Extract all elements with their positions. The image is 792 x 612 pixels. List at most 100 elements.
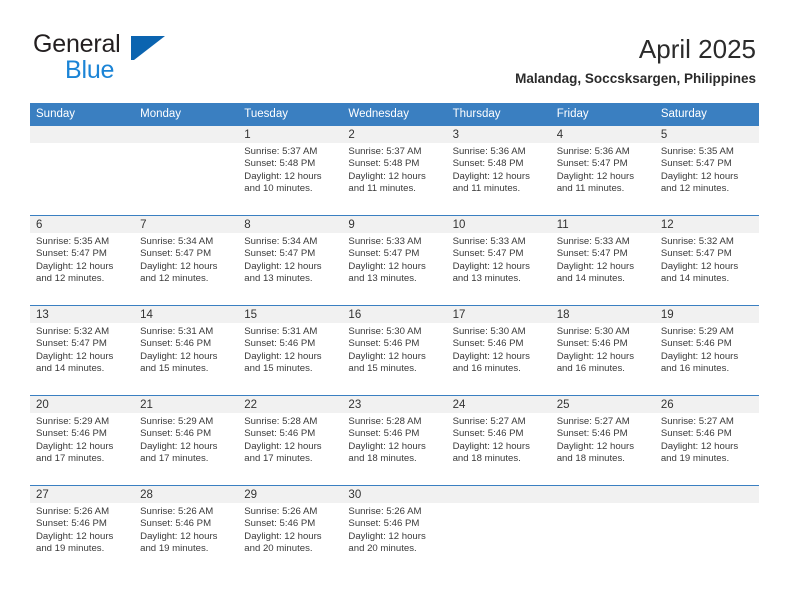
daylight-duration-line2: and 14 minutes.	[556, 273, 625, 285]
daylight-duration-line1: Daylight: 12 hours	[452, 350, 530, 362]
daylight-duration-line1: Daylight: 12 hours	[348, 170, 426, 182]
sunrise-time: Sunrise: 5:29 AM	[36, 416, 110, 427]
calendar-cell-inner: 20 Sunrise: 5:29 AM Sunset: 5:46 PM Dayligh…	[30, 396, 135, 485]
sunset-time: Sunset: 5:46 PM	[660, 338, 732, 350]
calendar-day-cell[interactable]: 13 Sunrise: 5:32 AM Sunset: 5:47 PM Dayligh…	[30, 306, 135, 396]
sunrise-time: Sunrise: 5:33 AM	[556, 236, 630, 247]
daylight-duration-line2: and 18 minutes.	[452, 453, 521, 465]
calendar-cell-inner: 3 Sunrise: 5:36 AM Sunset: 5:48 PM Daylight…	[446, 126, 551, 215]
day-details: Sunrise: 5:37 AM Sunset: 5:48 PM Daylight:…	[238, 143, 342, 196]
calendar-cell-inner: 2 Sunrise: 5:37 AM Sunset: 5:48 PM Daylight…	[342, 126, 447, 215]
day-details: Sunrise: 5:33 AM Sunset: 5:47 PM Daylight:…	[342, 233, 446, 286]
sunset-time: Sunset: 5:47 PM	[556, 158, 628, 170]
day-details: Sunrise: 5:33 AM Sunset: 5:47 PM Daylight:…	[551, 233, 655, 286]
day-number: 11	[550, 216, 655, 233]
sunset-time: Sunset: 5:47 PM	[556, 248, 628, 260]
sunrise-time: Sunrise: 5:36 AM	[556, 146, 630, 157]
calendar-cell-inner: 18 Sunrise: 5:30 AM Sunset: 5:46 PM Dayligh…	[550, 306, 655, 395]
calendar-day-cell[interactable]: 17 Sunrise: 5:30 AM Sunset: 5:46 PM Dayligh…	[446, 306, 551, 396]
sunrise-time: Sunrise: 5:30 AM	[348, 326, 422, 337]
calendar-cell-inner: 27 Sunrise: 5:26 AM Sunset: 5:46 PM Dayligh…	[30, 486, 135, 575]
sunrise-time: Sunrise: 5:30 AM	[556, 326, 630, 337]
brand-name-general: General	[33, 30, 121, 58]
calendar-day-cell[interactable]: 4 Sunrise: 5:36 AM Sunset: 5:47 PM Daylight…	[550, 126, 655, 216]
daylight-duration-line1: Daylight: 12 hours	[452, 260, 530, 272]
daylight-duration-line2: and 20 minutes.	[244, 543, 313, 555]
day-number: 25	[550, 396, 655, 413]
calendar-day-cell[interactable]: 12 Sunrise: 5:32 AM Sunset: 5:47 PM Dayligh…	[654, 216, 759, 306]
calendar-day-cell[interactable]: 18 Sunrise: 5:30 AM Sunset: 5:46 PM Dayligh…	[550, 306, 655, 396]
daylight-duration-line1: Daylight: 12 hours	[140, 260, 218, 272]
calendar-cell-inner	[30, 126, 135, 215]
calendar-day-cell[interactable]: 9 Sunrise: 5:33 AM Sunset: 5:47 PM Daylight…	[342, 216, 447, 306]
daylight-duration-line2: and 12 minutes.	[660, 183, 730, 195]
calendar-day-cell[interactable]: 2 Sunrise: 5:37 AM Sunset: 5:48 PM Daylight…	[342, 126, 447, 216]
calendar-cell-inner: 16 Sunrise: 5:30 AM Sunset: 5:46 PM Dayligh…	[342, 306, 447, 395]
calendar-day-cell[interactable]: 28 Sunrise: 5:26 AM Sunset: 5:46 PM Dayligh…	[134, 486, 239, 576]
calendar-day-cell[interactable]: 15 Sunrise: 5:31 AM Sunset: 5:46 PM Dayligh…	[238, 306, 343, 396]
daylight-duration-line1: Daylight: 12 hours	[348, 350, 426, 362]
daylight-duration-line2: and 14 minutes.	[36, 363, 105, 375]
day-number: 8	[238, 216, 343, 233]
calendar-cell-inner: 22 Sunrise: 5:28 AM Sunset: 5:46 PM Dayligh…	[238, 396, 343, 485]
calendar-day-cell[interactable]: 5 Sunrise: 5:35 AM Sunset: 5:47 PM Daylight…	[654, 126, 759, 216]
sunset-time: Sunset: 5:48 PM	[348, 158, 420, 170]
weekday-header-friday: Friday	[550, 103, 655, 126]
calendar-day-cell[interactable]: 3 Sunrise: 5:36 AM Sunset: 5:48 PM Daylight…	[446, 126, 551, 216]
calendar-day-cell[interactable]: 24 Sunrise: 5:27 AM Sunset: 5:46 PM Dayligh…	[446, 396, 551, 486]
general-blue-logo[interactable]: General Blue	[33, 30, 243, 86]
page-title: April 2025	[638, 34, 756, 64]
calendar-day-cell[interactable]: 16 Sunrise: 5:30 AM Sunset: 5:46 PM Dayligh…	[342, 306, 447, 396]
calendar-day-cell[interactable]: 11 Sunrise: 5:33 AM Sunset: 5:47 PM Dayligh…	[550, 216, 655, 306]
daylight-duration-line1: Daylight: 12 hours	[244, 530, 322, 542]
daylight-duration-line2: and 17 minutes.	[244, 453, 313, 465]
calendar-day-cell[interactable]: 29 Sunrise: 5:26 AM Sunset: 5:46 PM Dayligh…	[238, 486, 343, 576]
daylight-duration-line2: and 10 minutes.	[244, 183, 313, 195]
calendar-cell-inner: 15 Sunrise: 5:31 AM Sunset: 5:46 PM Dayligh…	[238, 306, 343, 395]
sunset-time: Sunset: 5:46 PM	[36, 428, 107, 440]
daylight-duration-line2: and 16 minutes.	[556, 363, 625, 375]
calendar-cell-inner: 28 Sunrise: 5:26 AM Sunset: 5:46 PM Dayligh…	[134, 486, 239, 575]
calendar-cell-inner: 14 Sunrise: 5:31 AM Sunset: 5:46 PM Dayligh…	[134, 306, 239, 395]
general-blue-flag-icon	[131, 36, 165, 60]
calendar-day-cell[interactable]: 27 Sunrise: 5:26 AM Sunset: 5:46 PM Dayligh…	[30, 486, 135, 576]
sunrise-time: Sunrise: 5:37 AM	[348, 146, 422, 157]
daylight-duration-line2: and 13 minutes.	[452, 273, 521, 285]
calendar-week-row: 1 Sunrise: 5:37 AM Sunset: 5:48 PM Daylight…	[30, 125, 759, 216]
sunset-time: Sunset: 5:46 PM	[452, 338, 524, 350]
calendar-day-cell[interactable]: 25 Sunrise: 5:27 AM Sunset: 5:46 PM Dayligh…	[550, 396, 655, 486]
calendar-cell-inner: 26 Sunrise: 5:27 AM Sunset: 5:46 PM Dayligh…	[654, 396, 759, 485]
weekday-header-tuesday: Tuesday	[238, 103, 343, 126]
calendar-day-cell[interactable]: 30 Sunrise: 5:26 AM Sunset: 5:46 PM Dayligh…	[342, 486, 447, 576]
sunrise-time: Sunrise: 5:26 AM	[36, 506, 110, 517]
calendar-cell-inner: 23 Sunrise: 5:28 AM Sunset: 5:46 PM Dayligh…	[342, 396, 447, 485]
sunrise-time: Sunrise: 5:26 AM	[140, 506, 214, 517]
daylight-duration-line2: and 15 minutes.	[348, 363, 417, 375]
calendar-header-row: Sunday Monday Tuesday Wednesday Thursday…	[30, 103, 759, 126]
sunset-time: Sunset: 5:46 PM	[348, 428, 420, 440]
sunrise-time: Sunrise: 5:27 AM	[556, 416, 630, 427]
day-details: Sunrise: 5:29 AM Sunset: 5:46 PM Daylight:…	[655, 323, 759, 376]
daylight-duration-line1: Daylight: 12 hours	[660, 440, 739, 452]
calendar-day-cell[interactable]: 7 Sunrise: 5:34 AM Sunset: 5:47 PM Daylight…	[134, 216, 239, 306]
calendar-day-cell[interactable]: 26 Sunrise: 5:27 AM Sunset: 5:46 PM Dayligh…	[654, 396, 759, 486]
day-details: Sunrise: 5:27 AM Sunset: 5:46 PM Daylight:…	[655, 413, 759, 466]
calendar-day-cell[interactable]: 10 Sunrise: 5:33 AM Sunset: 5:47 PM Dayligh…	[446, 216, 551, 306]
calendar-day-cell[interactable]: 6 Sunrise: 5:35 AM Sunset: 5:47 PM Daylight…	[30, 216, 135, 306]
calendar-day-cell[interactable]: 1 Sunrise: 5:37 AM Sunset: 5:48 PM Daylight…	[238, 126, 343, 216]
calendar-day-cell[interactable]: 14 Sunrise: 5:31 AM Sunset: 5:46 PM Dayligh…	[134, 306, 239, 396]
day-number: 28	[134, 486, 239, 503]
day-number	[654, 486, 759, 503]
calendar-day-cell[interactable]: 21 Sunrise: 5:29 AM Sunset: 5:46 PM Dayligh…	[134, 396, 239, 486]
sunset-time: Sunset: 5:46 PM	[244, 518, 316, 530]
calendar-cell-inner: 6 Sunrise: 5:35 AM Sunset: 5:47 PM Daylight…	[30, 216, 135, 305]
calendar-day-cell[interactable]: 22 Sunrise: 5:28 AM Sunset: 5:46 PM Dayligh…	[238, 396, 343, 486]
weekday-header-thursday: Thursday	[446, 103, 551, 126]
calendar-day-cell[interactable]: 19 Sunrise: 5:29 AM Sunset: 5:46 PM Dayligh…	[654, 306, 759, 396]
sunset-time: Sunset: 5:48 PM	[452, 158, 524, 170]
day-number: 16	[342, 306, 447, 323]
daylight-duration-line1: Daylight: 12 hours	[660, 170, 739, 182]
calendar-day-cell[interactable]: 23 Sunrise: 5:28 AM Sunset: 5:46 PM Dayligh…	[342, 396, 447, 486]
calendar-day-cell[interactable]: 20 Sunrise: 5:29 AM Sunset: 5:46 PM Dayligh…	[30, 396, 135, 486]
calendar-day-cell[interactable]: 8 Sunrise: 5:34 AM Sunset: 5:47 PM Daylight…	[238, 216, 343, 306]
